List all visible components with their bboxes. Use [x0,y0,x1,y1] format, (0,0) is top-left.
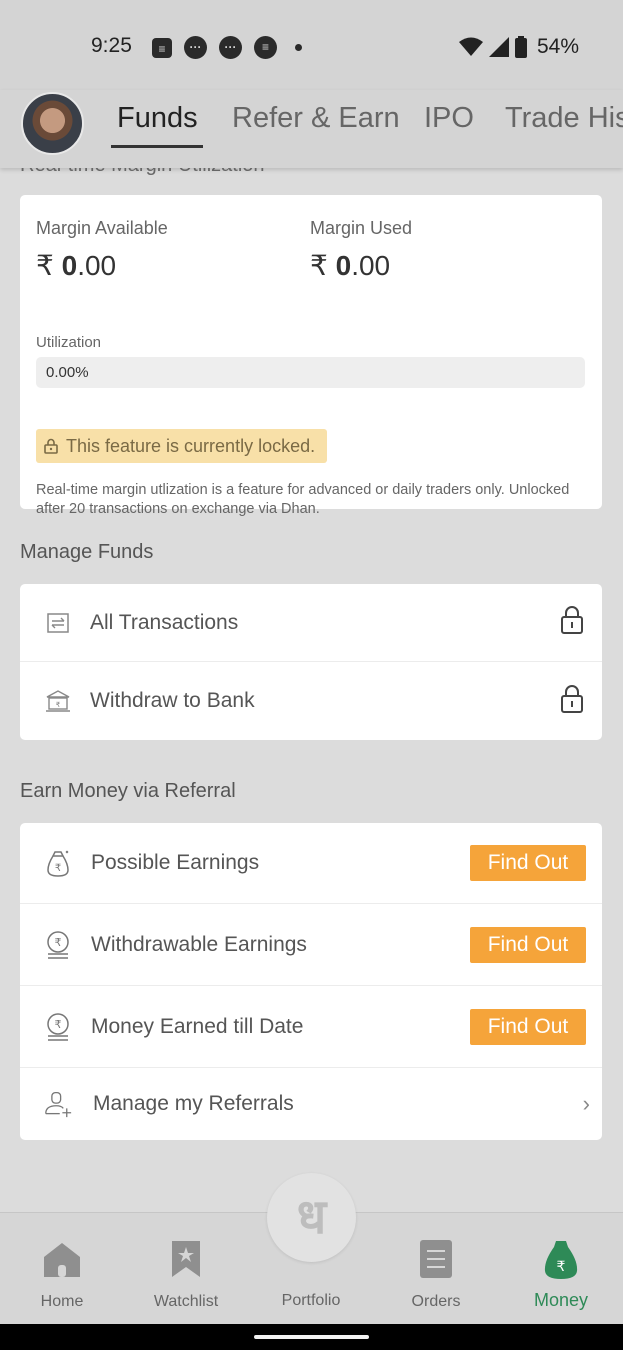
nav-money[interactable]: ₹ Money [499,1213,623,1325]
nav-watchlist-label: Watchlist [153,1293,219,1310]
status-time: 9:25 [91,34,132,57]
nav-home[interactable]: Home [0,1213,124,1325]
transfer-icon [44,608,72,638]
withdrawable-earnings-row[interactable]: ₹ Withdrawable Earnings Find Out [20,904,602,986]
withdraw-to-bank-label: Withdraw to Bank [90,689,255,712]
svg-text:₹: ₹ [557,1259,566,1275]
margin-used-value: ₹ 0.00 [310,250,391,281]
lock-icon [560,684,584,719]
margin-section-heading: Real-time Margin Utilization [20,168,265,177]
wifi-icon [458,37,483,56]
nav-home-label: Home [40,1293,84,1310]
nav-money-label: Money [533,1290,589,1310]
nav-portfolio-label: Portfolio [281,1292,341,1309]
locked-text: This feature is currently locked. [66,435,316,456]
bank-icon: ₹ [44,686,72,716]
manage-referrals-row[interactable]: Manage my Referrals › [20,1068,602,1140]
home-icon [42,1239,82,1284]
nav-orders-label: Orders [411,1293,461,1310]
chat-bubble-icon: ··· [219,36,242,59]
tab-trade-history[interactable]: Trade His [505,102,623,135]
chat-bubble-icon: ··· [184,36,207,59]
bug-icon: ≡ [254,36,277,59]
referral-card: ₹ Possible Earnings Find Out ₹ Withdrawa… [20,823,602,1140]
funds-content[interactable]: Real-time Margin Utilization Margin Avai… [0,168,623,1212]
tab-funds[interactable]: Funds [117,102,198,135]
money-earned-row[interactable]: ₹ Money Earned till Date Find Out [20,986,602,1068]
add-user-icon [44,1089,72,1119]
utilization-bar: 0.00% [36,357,585,388]
svg-text:₹: ₹ [55,863,61,874]
withdraw-to-bank-row[interactable]: ₹ Withdraw to Bank [20,662,602,740]
find-out-button[interactable]: Find Out [470,926,586,963]
find-out-button[interactable]: Find Out [470,1008,586,1045]
system-icons: 54% [458,35,579,59]
find-out-button[interactable]: Find Out [470,845,586,881]
margin-available-label: Margin Available [36,218,168,238]
news-icon: ≡ [152,38,172,58]
money-bag-icon: ₹ [44,848,72,878]
referral-title: Earn Money via Referral [20,780,236,802]
portfolio-fab[interactable]: ध [267,1173,356,1262]
possible-earnings-row[interactable]: ₹ Possible Earnings Find Out [20,823,602,904]
margin-available-value: ₹ 0.00 [36,250,117,281]
margin-card: Margin Available ₹ 0.00 Margin Used ₹ 0.… [20,195,602,517]
active-tab-indicator [111,145,203,148]
locked-badge: This feature is currently locked. [36,429,328,463]
all-transactions-label: All Transactions [90,610,239,634]
manage-referrals-label: Manage my Referrals [93,1092,294,1115]
withdrawable-earnings-label: Withdrawable Earnings [91,932,307,956]
svg-text:₹: ₹ [56,701,61,709]
nav-watchlist[interactable]: Watchlist [124,1213,248,1325]
list-icon [419,1239,453,1284]
lock-icon [560,605,584,640]
bookmark-star-icon [170,1239,202,1284]
utilization-value: 0.00% [46,364,89,381]
chevron-right-icon: › [582,1091,590,1116]
possible-earnings-label: Possible Earnings [91,851,260,874]
top-tab-bar: Funds Refer & Earn IPO Trade His [0,90,623,168]
manage-funds-card: All Transactions ₹ Withdraw to Bank [20,584,602,740]
svg-text:₹: ₹ [55,936,62,949]
coin-stack-icon: ₹ [44,1012,72,1042]
dhan-logo-icon: ध [296,1191,327,1244]
tab-refer-earn[interactable]: Refer & Earn [232,102,400,135]
lock-icon [44,438,58,454]
manage-funds-title: Manage Funds [20,541,154,563]
all-transactions-row[interactable]: All Transactions [20,584,602,662]
money-earned-label: Money Earned till Date [91,1014,304,1038]
svg-text:₹: ₹ [55,1018,62,1031]
margin-used-label: Margin Used [310,218,413,238]
avatar[interactable] [21,92,84,155]
locked-description: Real-time margin utlization is a feature… [36,482,570,517]
coin-stack-icon: ₹ [44,930,72,960]
status-bar: 9:25 ≡ ··· ··· ≡ 54% [0,0,623,90]
notification-icons: ≡ ··· ··· ≡ [152,36,302,59]
battery-percent: 54% [536,35,579,58]
tab-ipo[interactable]: IPO [424,102,474,135]
battery-icon [514,36,527,58]
gesture-bar [0,1324,623,1350]
utilization-label: Utilization [36,334,102,351]
signal-icon [488,37,509,57]
nav-orders[interactable]: Orders [374,1213,498,1325]
money-bag-icon: ₹ [542,1239,580,1286]
more-dot-icon [295,44,302,51]
home-gesture-pill[interactable] [254,1335,369,1339]
